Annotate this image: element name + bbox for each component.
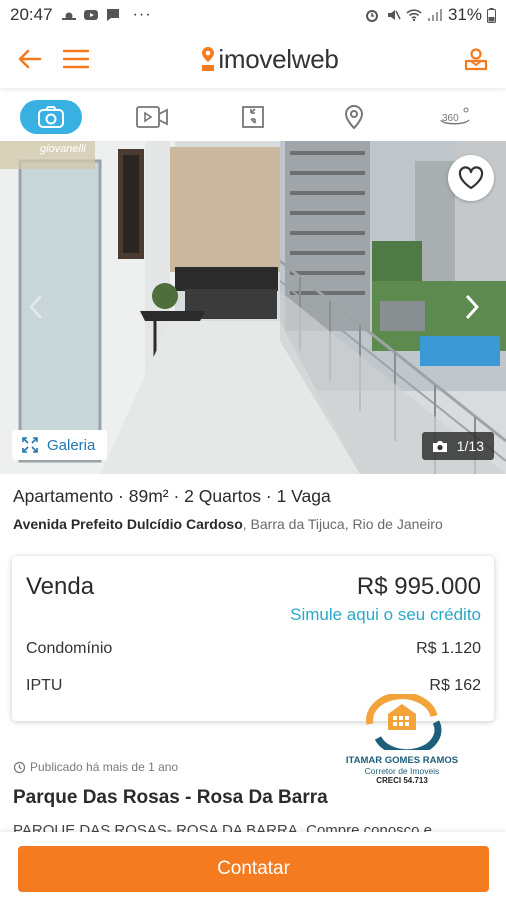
message-icon (106, 9, 119, 21)
published-info: Publicado há mais de 1 ano (13, 760, 178, 774)
menu-button[interactable] (60, 43, 92, 75)
logo-text: imovelweb (218, 43, 339, 74)
listing-address: Avenida Prefeito Dulcídio Cardoso, Barra… (13, 516, 443, 532)
fee-value: R$ 162 (429, 677, 481, 694)
fee-label: Condomínio (26, 640, 113, 657)
chevron-left-icon (29, 294, 43, 320)
photo-counter-text: 1/13 (456, 438, 484, 454)
tab-map[interactable] (323, 100, 385, 134)
tab-video[interactable] (121, 100, 183, 134)
logo-pin-icon (202, 47, 215, 71)
mute-icon (387, 10, 401, 20)
fee-row-iptu: IPTU R$ 162 (26, 677, 481, 695)
advertiser-name: ITAMAR GOMES RAMOS (345, 755, 459, 766)
battery-percent: 31% (447, 5, 482, 24)
advertiser-creci: CRECI 54.713 (376, 776, 428, 785)
tab-photos[interactable] (19, 100, 82, 134)
house-logo-icon (366, 692, 442, 757)
arrow-left-icon (18, 49, 42, 69)
status-time: 20:47 (10, 5, 53, 24)
signal-icon (427, 9, 442, 21)
advertiser-subtitle: Corretor de Imoveis (364, 766, 440, 776)
fee-label: IPTU (26, 677, 63, 694)
contact-button[interactable]: Contatar (18, 846, 489, 892)
gallery-button[interactable]: Galeria (12, 430, 108, 460)
alarm-icon (365, 10, 378, 22)
status-bar: 20:47 ··· 31% (0, 0, 506, 30)
bottom-action-bar: Contatar (0, 832, 506, 900)
simulate-credit-link[interactable]: Simule aqui o seu crédito (290, 605, 481, 625)
floorplan-icon (242, 106, 264, 128)
heart-icon (458, 166, 484, 190)
chevron-right-icon (465, 294, 479, 320)
app-header: imovelweb (0, 30, 506, 88)
advertiser-logo[interactable]: ITAMAR GOMES RAMOS Corretor de Imoveis C… (344, 692, 460, 794)
published-text: Publicado há mais de 1 ano (30, 760, 179, 774)
weather-icon (61, 12, 76, 20)
camera-small-icon (432, 440, 447, 452)
property-photo[interactable]: giovanelli Galeria 1/13 (0, 141, 506, 474)
video-icon (135, 106, 168, 128)
address-area: , Barra da Tijuca, Rio de Janeiro (242, 516, 443, 532)
camera-icon (37, 106, 64, 128)
address-street: Avenida Prefeito Dulcídio Cardoso (13, 516, 243, 532)
photo-counter: 1/13 (421, 432, 494, 460)
youtube-icon (83, 10, 98, 20)
media-tabs: 360 (0, 95, 506, 139)
map-pin-icon (345, 105, 364, 129)
favorite-button[interactable] (448, 155, 494, 201)
tour-360-icon: 360 (440, 107, 470, 125)
gallery-label: Galeria (47, 436, 96, 454)
tab-floorplan[interactable] (222, 100, 284, 134)
tab-360[interactable]: 360 (424, 100, 486, 134)
more-notifications-icon: ··· (132, 6, 152, 23)
previous-photo-button[interactable] (24, 289, 48, 325)
price: R$ 995.000 (356, 573, 481, 600)
fee-row-condominio: Condomínio R$ 1.120 (26, 640, 481, 658)
wifi-icon (406, 9, 422, 22)
battery-icon (487, 7, 496, 23)
hamburger-icon (63, 49, 89, 69)
next-photo-button[interactable] (460, 289, 484, 325)
photo-watermark: giovanelli (0, 141, 95, 169)
user-icon (464, 48, 488, 71)
imovelweb-logo[interactable]: imovelweb (201, 43, 339, 75)
operation-type: Venda (26, 573, 95, 600)
fee-value: R$ 1.120 (416, 640, 481, 657)
user-account-button[interactable] (460, 43, 492, 75)
listing-title: Apartamento · 89m² · 2 Quartos · 1 Vaga (13, 486, 331, 506)
listing-headline: Parque Das Rosas - Rosa Da Barra (13, 787, 328, 808)
back-button[interactable] (14, 43, 46, 75)
history-icon (13, 761, 26, 773)
balcony-photo (0, 141, 506, 474)
expand-icon (22, 437, 38, 453)
